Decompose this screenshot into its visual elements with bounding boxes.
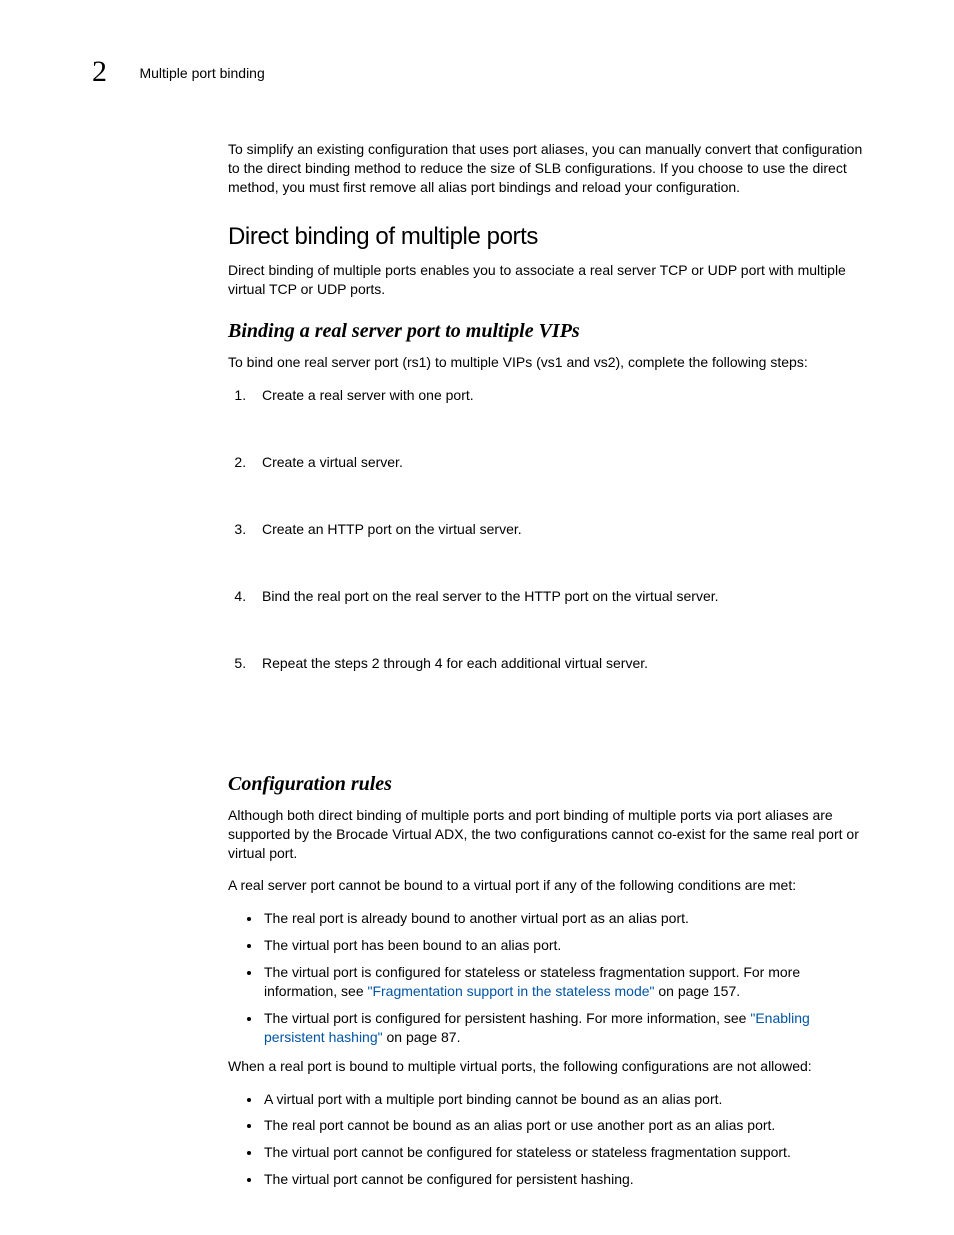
heading-direct-binding: Direct binding of multiple ports	[228, 223, 868, 251]
step-item: Create an HTTP port on the virtual serve…	[250, 520, 868, 539]
list-item: The virtual port cannot be configured fo…	[262, 1143, 868, 1162]
running-header-title: Multiple port binding	[139, 65, 264, 81]
config-rules-p2: A real server port cannot be bound to a …	[228, 876, 868, 895]
step-item: Create a virtual server.	[250, 453, 868, 472]
content-area: To simplify an existing configuration th…	[228, 140, 868, 1199]
chapter-number: 2	[92, 55, 107, 89]
config-rules-p1: Although both direct binding of multiple…	[228, 806, 868, 863]
list-item: The virtual port is configured for persi…	[262, 1009, 868, 1047]
heading-configuration-rules: Configuration rules	[228, 773, 868, 796]
heading-binding-real-server: Binding a real server port to multiple V…	[228, 320, 868, 343]
step-item: Bind the real port on the real server to…	[250, 587, 868, 606]
link-fragmentation-support[interactable]: "Fragmentation support in the stateless …	[368, 983, 655, 999]
not-allowed-list: A virtual port with a multiple port bind…	[228, 1090, 868, 1190]
intro-paragraph: To simplify an existing configuration th…	[228, 140, 868, 197]
page-header: 2 Multiple port binding	[92, 55, 874, 89]
list-item: The real port cannot be bound as an alia…	[262, 1116, 868, 1135]
list-item: The virtual port has been bound to an al…	[262, 936, 868, 955]
steps-list: Create a real server with one port. Crea…	[228, 386, 868, 672]
list-item: The real port is already bound to anothe…	[262, 909, 868, 928]
step-item: Repeat the steps 2 through 4 for each ad…	[250, 654, 868, 673]
config-rules-p3: When a real port is bound to multiple vi…	[228, 1057, 868, 1076]
list-item-text-after: on page 87.	[383, 1029, 461, 1045]
spacer	[228, 673, 868, 751]
conditions-list: The real port is already bound to anothe…	[228, 909, 868, 1046]
step-item: Create a real server with one port.	[250, 386, 868, 405]
list-item: A virtual port with a multiple port bind…	[262, 1090, 868, 1109]
binding-intro: To bind one real server port (rs1) to mu…	[228, 353, 868, 372]
list-item-text-after: on page 157.	[654, 983, 740, 999]
page: 2 Multiple port binding To simplify an e…	[0, 0, 954, 1235]
direct-binding-body: Direct binding of multiple ports enables…	[228, 261, 868, 299]
list-item-text-before: The virtual port is configured for persi…	[264, 1010, 750, 1026]
list-item: The virtual port is configured for state…	[262, 963, 868, 1001]
list-item: The virtual port cannot be configured fo…	[262, 1170, 868, 1189]
